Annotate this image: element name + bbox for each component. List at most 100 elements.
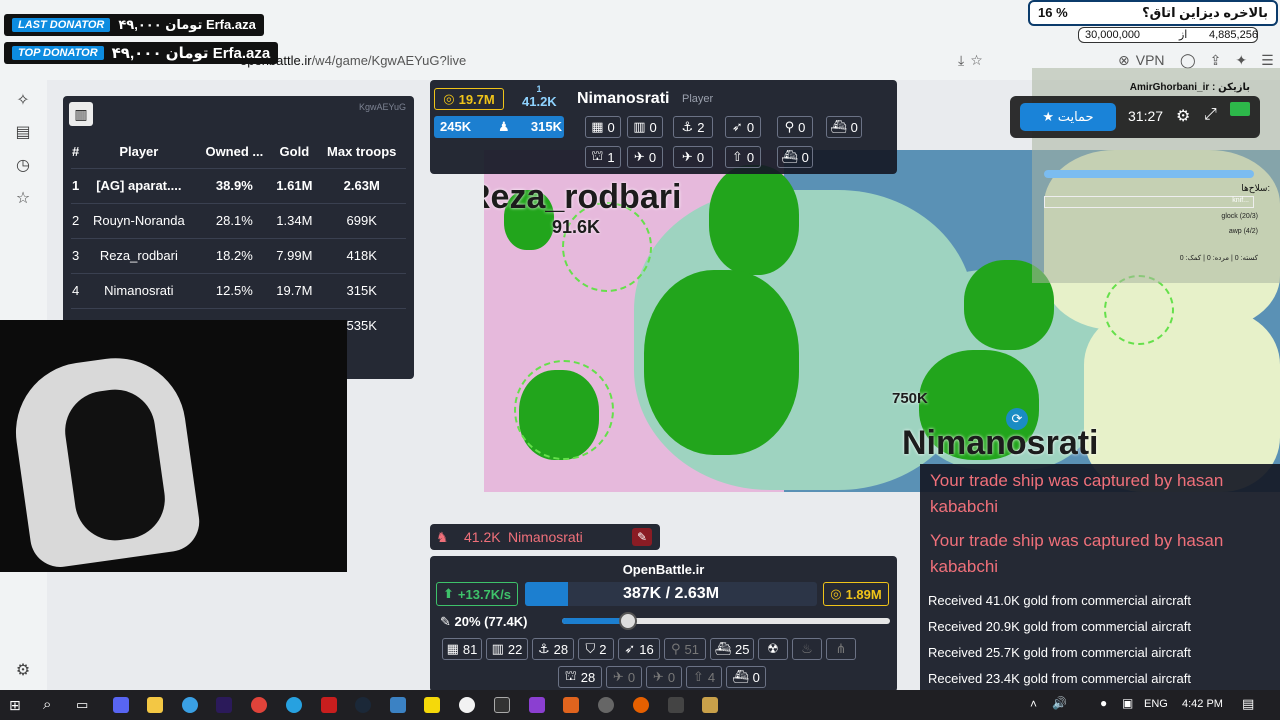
jet-icon: ✈: [681, 149, 693, 164]
col-owned[interactable]: Owned ...: [197, 136, 271, 168]
table-row[interactable]: 1 [AG] aparat.... 38.9% 1.61M 2.63M: [71, 167, 406, 203]
overlay-weapon-slot: knif...: [1044, 196, 1254, 208]
sam-icon: ⚲: [671, 641, 681, 656]
build-plane-button[interactable]: ✈ 0: [606, 666, 642, 688]
discord-icon[interactable]: [113, 697, 129, 713]
attack-ratio-slider[interactable]: [562, 612, 890, 630]
slider-handle[interactable]: [618, 612, 637, 630]
extensions-icon[interactable]: ✦: [1235, 52, 1247, 69]
build-city-button[interactable]: ▦ 81: [442, 638, 482, 660]
address-bar[interactable]: openbattle.ir/w4/game/KgwAEYuG?live: [240, 48, 1020, 74]
radiation-icon: ☢: [767, 641, 779, 656]
app-orange-icon[interactable]: [563, 697, 579, 713]
build-hbomb-button[interactable]: ♨: [792, 638, 822, 660]
map-label-reza: Reza_rodbari: [484, 178, 682, 216]
build-nuke-button[interactable]: ☢: [758, 638, 788, 660]
match-timer: 31:27: [1128, 108, 1164, 124]
firefox-icon[interactable]: [633, 697, 649, 713]
unit-missile[interactable]: ➶ 0: [725, 116, 761, 138]
sparkle-icon[interactable]: ✧: [14, 92, 32, 110]
menu-icon[interactable]: ☰: [1261, 52, 1274, 69]
app-v-icon[interactable]: [182, 697, 198, 713]
build-warship-button[interactable]: ⛴ 25: [710, 638, 754, 660]
expand-icon[interactable]: ⤢: [1204, 106, 1217, 124]
build-barracks-button[interactable]: ⛫ 28: [558, 666, 602, 688]
file-explorer-icon[interactable]: [147, 697, 163, 713]
build-factory-button[interactable]: ▥ 22: [486, 638, 528, 660]
overlay-gear-icon[interactable]: ⚙: [1176, 106, 1190, 126]
overlay-weapon-2: glock (20/3): [1221, 213, 1258, 220]
unit-warship[interactable]: ⛴ 0: [826, 116, 862, 138]
unit-factory[interactable]: ▥ 0: [627, 116, 663, 138]
build-defense-button[interactable]: ⛉ 2: [578, 638, 614, 660]
install-icon[interactable]: ⤓: [958, 52, 964, 69]
goal-title: بالاخره دیزاین اتاق؟: [1142, 5, 1268, 20]
table-row[interactable]: 2 Rouyn-Noranda 28.1% 1.34M 699K: [71, 202, 406, 238]
bookmark-star-icon[interactable]: ☆: [970, 52, 983, 69]
unit-jet[interactable]: ✈ 0: [673, 146, 713, 168]
steam-icon[interactable]: [355, 697, 371, 713]
build-rocket-button[interactable]: ⇧ 4: [686, 666, 722, 688]
col-gold[interactable]: Gold: [271, 136, 317, 168]
network-icon[interactable]: ▣: [1122, 696, 1133, 710]
missile-icon: ➶: [731, 119, 743, 134]
chart-icon[interactable]: ▥: [69, 102, 93, 126]
build-missile-button[interactable]: ➶ 16: [618, 638, 660, 660]
barracks-icon: ⛫: [591, 148, 604, 163]
app-blue-icon[interactable]: [390, 697, 406, 713]
unit-sam[interactable]: ⚲ 0: [777, 116, 813, 138]
build-transport-button[interactable]: ⛴ 0: [726, 666, 766, 688]
game-app-icon[interactable]: [321, 697, 337, 713]
app-circle-icon[interactable]: [598, 697, 614, 713]
plane-icon: ✈: [612, 669, 624, 684]
url-path: /w4/game/KgwAEYuG?live: [311, 53, 467, 68]
unit-port[interactable]: ⚓ 2: [673, 116, 713, 138]
col-max-troops[interactable]: Max troops: [317, 136, 406, 168]
table-row[interactable]: 3 Reza_rodbari 18.2% 7.99M 418K: [71, 237, 406, 273]
build-mirv-button[interactable]: ⋔: [826, 638, 856, 660]
col-rank: #: [72, 144, 80, 160]
terminal-icon[interactable]: [494, 697, 510, 713]
favorites-icon[interactable]: ☆: [14, 190, 32, 208]
telegram-icon[interactable]: [286, 697, 302, 713]
app-yellow-icon[interactable]: [424, 697, 440, 713]
language-indicator[interactable]: ENG: [1144, 698, 1168, 710]
app-r-icon[interactable]: [529, 697, 545, 713]
app-gold-icon[interactable]: [702, 697, 718, 713]
search-icon[interactable]: ⌕: [43, 697, 59, 713]
obs-icon[interactable]: [459, 697, 475, 713]
range-circle-3: [1104, 275, 1174, 345]
unit-rocket[interactable]: ⇧ 0: [725, 146, 761, 168]
build-sam-button[interactable]: ⚲ 51: [664, 638, 706, 660]
build-jet-button[interactable]: ✈ 0: [646, 666, 682, 688]
volume-icon[interactable]: 🔊: [1052, 696, 1067, 710]
jet-icon: ✈: [652, 669, 664, 684]
build-port-button[interactable]: ⚓ 28: [532, 638, 574, 660]
vpn-badge[interactable]: ⊗ VPN: [1118, 50, 1165, 70]
unit-city[interactable]: ▦ 0: [585, 116, 621, 138]
media-icon[interactable]: ▤: [14, 124, 32, 142]
star-icon: ★: [1042, 109, 1058, 124]
unit-barracks[interactable]: ⛫ 1: [585, 146, 621, 168]
profile-icon[interactable]: ◯: [1180, 52, 1196, 69]
support-button[interactable]: ★ حمایت: [1020, 103, 1116, 131]
tray-chevron-icon[interactable]: ˄: [1030, 697, 1037, 711]
table-row[interactable]: 4 Nimanosrati 12.5% 19.7M 315K: [71, 272, 406, 308]
capture-message: Your trade ship was captured by hasan ka…: [930, 471, 1224, 516]
build-bar-2: ⛫ 28 ✈ 0 ✈ 0 ⇧ 4 ⛴ 0: [558, 666, 773, 688]
history-icon[interactable]: ◷: [14, 157, 32, 175]
unit-plane[interactable]: ✈ 0: [627, 146, 663, 168]
microphone-icon[interactable]: ●: [1100, 696, 1107, 710]
task-view-icon[interactable]: ▭: [76, 697, 92, 713]
windows-start-icon[interactable]: ⊞: [9, 697, 25, 713]
app-dark-icon[interactable]: [668, 697, 684, 713]
unit-transport[interactable]: ⛴ 0: [777, 146, 813, 168]
notifications-icon[interactable]: ▤: [1242, 696, 1254, 712]
premiere-icon[interactable]: [216, 697, 232, 713]
chrome-icon[interactable]: [251, 697, 267, 713]
settings-gear-icon[interactable]: ⚙: [14, 662, 32, 680]
cancel-attack-button[interactable]: ✎: [632, 528, 652, 546]
attack-ratio-fill: [562, 618, 628, 624]
clock[interactable]: 4:42 PM: [1182, 698, 1223, 710]
share-icon[interactable]: ⇪: [1210, 52, 1222, 69]
